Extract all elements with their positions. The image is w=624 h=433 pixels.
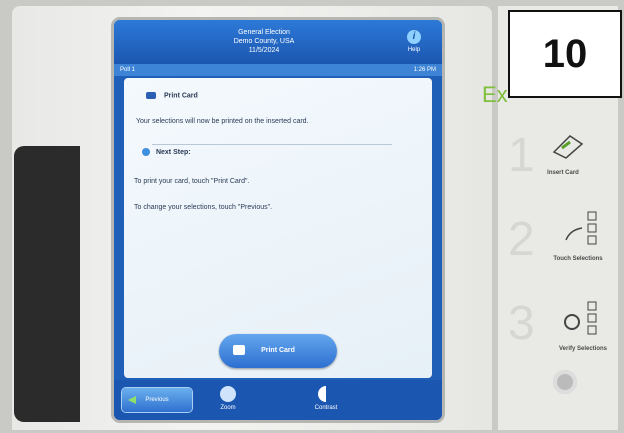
instruction-title-fragment: Ex: [482, 82, 508, 107]
printer-icon: [233, 345, 245, 355]
step-3-label: Verify Selections: [558, 346, 608, 352]
step-2-number: 2: [508, 213, 535, 266]
next-step-icon: [142, 148, 150, 156]
status-bar: Poll 1 1:26 PM: [114, 64, 442, 76]
election-header: General Election Demo County, USA 11/5/2…: [114, 20, 442, 64]
zoom-icon: [220, 386, 236, 402]
card-slot-housing: [14, 146, 80, 422]
clock: 1:26 PM: [413, 67, 436, 73]
touchscreen: General Election Demo County, USA 11/5/2…: [114, 20, 442, 420]
touch-selection-icon: [560, 210, 600, 245]
insert-card-icon: [548, 126, 588, 160]
page-title-row: Print Card: [146, 92, 198, 99]
contrast-label: Contrast: [314, 405, 338, 411]
next-step-row: Next Step:: [142, 148, 191, 156]
instruction-previous: To change your selections, touch "Previo…: [134, 204, 273, 211]
election-name: General Election: [238, 29, 290, 36]
previous-button[interactable]: Previous: [122, 388, 192, 412]
contrast-icon: [318, 386, 334, 402]
print-card-label: Print Card: [261, 347, 295, 354]
county-name: Demo County, USA: [233, 38, 295, 45]
step-2-label: Touch Selections: [553, 256, 603, 262]
step-number-badge: 10: [508, 10, 622, 98]
info-icon: i: [407, 30, 421, 44]
poll-label: Poll 1: [120, 67, 136, 73]
print-message: Your selections will now be printed on t…: [136, 118, 309, 125]
zoom-label: Zoom: [220, 405, 236, 411]
zoom-button[interactable]: Zoom: [208, 386, 248, 411]
step-3-number: 3: [508, 297, 535, 350]
divider: [152, 144, 392, 145]
page-title: Print Card: [163, 92, 198, 100]
contrast-button[interactable]: Contrast: [306, 386, 346, 411]
election-date: 11/5/2024: [248, 47, 280, 54]
printer-icon: [146, 92, 156, 99]
content-panel: Print Card Your selections will now be p…: [124, 78, 432, 378]
instruction-print: To print your card, touch "Print Card".: [134, 178, 250, 185]
help-label: Help: [407, 47, 421, 53]
audio-jack[interactable]: [553, 370, 577, 394]
print-card-button[interactable]: Print Card: [219, 334, 337, 368]
bottom-bar: Previous Zoom Contrast: [114, 380, 442, 420]
verify-icon: [562, 300, 602, 335]
back-arrow-icon: [128, 396, 136, 404]
previous-label: Previous: [145, 397, 169, 403]
next-step-title: Next Step:: [155, 148, 191, 156]
help-button[interactable]: i Help: [398, 30, 430, 55]
step-1-label: Insert Card: [547, 170, 579, 176]
